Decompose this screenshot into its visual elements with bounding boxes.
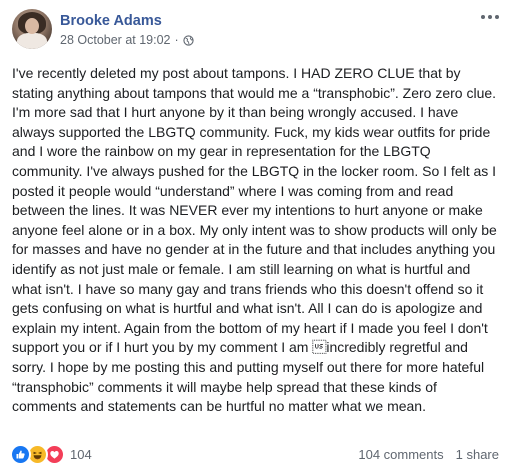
post-header: Brooke Adams 28 October at 19:02 · (12, 9, 194, 49)
globe-icon[interactable] (183, 34, 194, 46)
facebook-post: Brooke Adams 28 October at 19:02 · I've … (0, 0, 511, 472)
separator-dot: · (174, 33, 179, 47)
reaction-icons (10, 443, 65, 465)
shares-count[interactable]: 1 share (456, 447, 499, 462)
author-name[interactable]: Brooke Adams (60, 12, 194, 30)
post-meta: Brooke Adams 28 October at 19:02 · (60, 9, 194, 48)
post-footer: 104 104 comments 1 share (10, 443, 499, 465)
post-timestamp[interactable]: 28 October at 19:02 (60, 32, 171, 48)
reaction-count[interactable]: 104 (70, 447, 92, 462)
post-body: I've recently deleted my post about tamp… (12, 65, 501, 415)
engagement-counts: 104 comments 1 share (358, 447, 499, 462)
comments-count[interactable]: 104 comments (358, 447, 443, 462)
reactions-summary[interactable]: 104 (10, 443, 92, 465)
like-icon (10, 443, 31, 465)
timestamp-row: 28 October at 19:02 · (60, 32, 194, 48)
ellipsis-icon[interactable] (481, 12, 499, 22)
avatar[interactable] (12, 9, 52, 49)
